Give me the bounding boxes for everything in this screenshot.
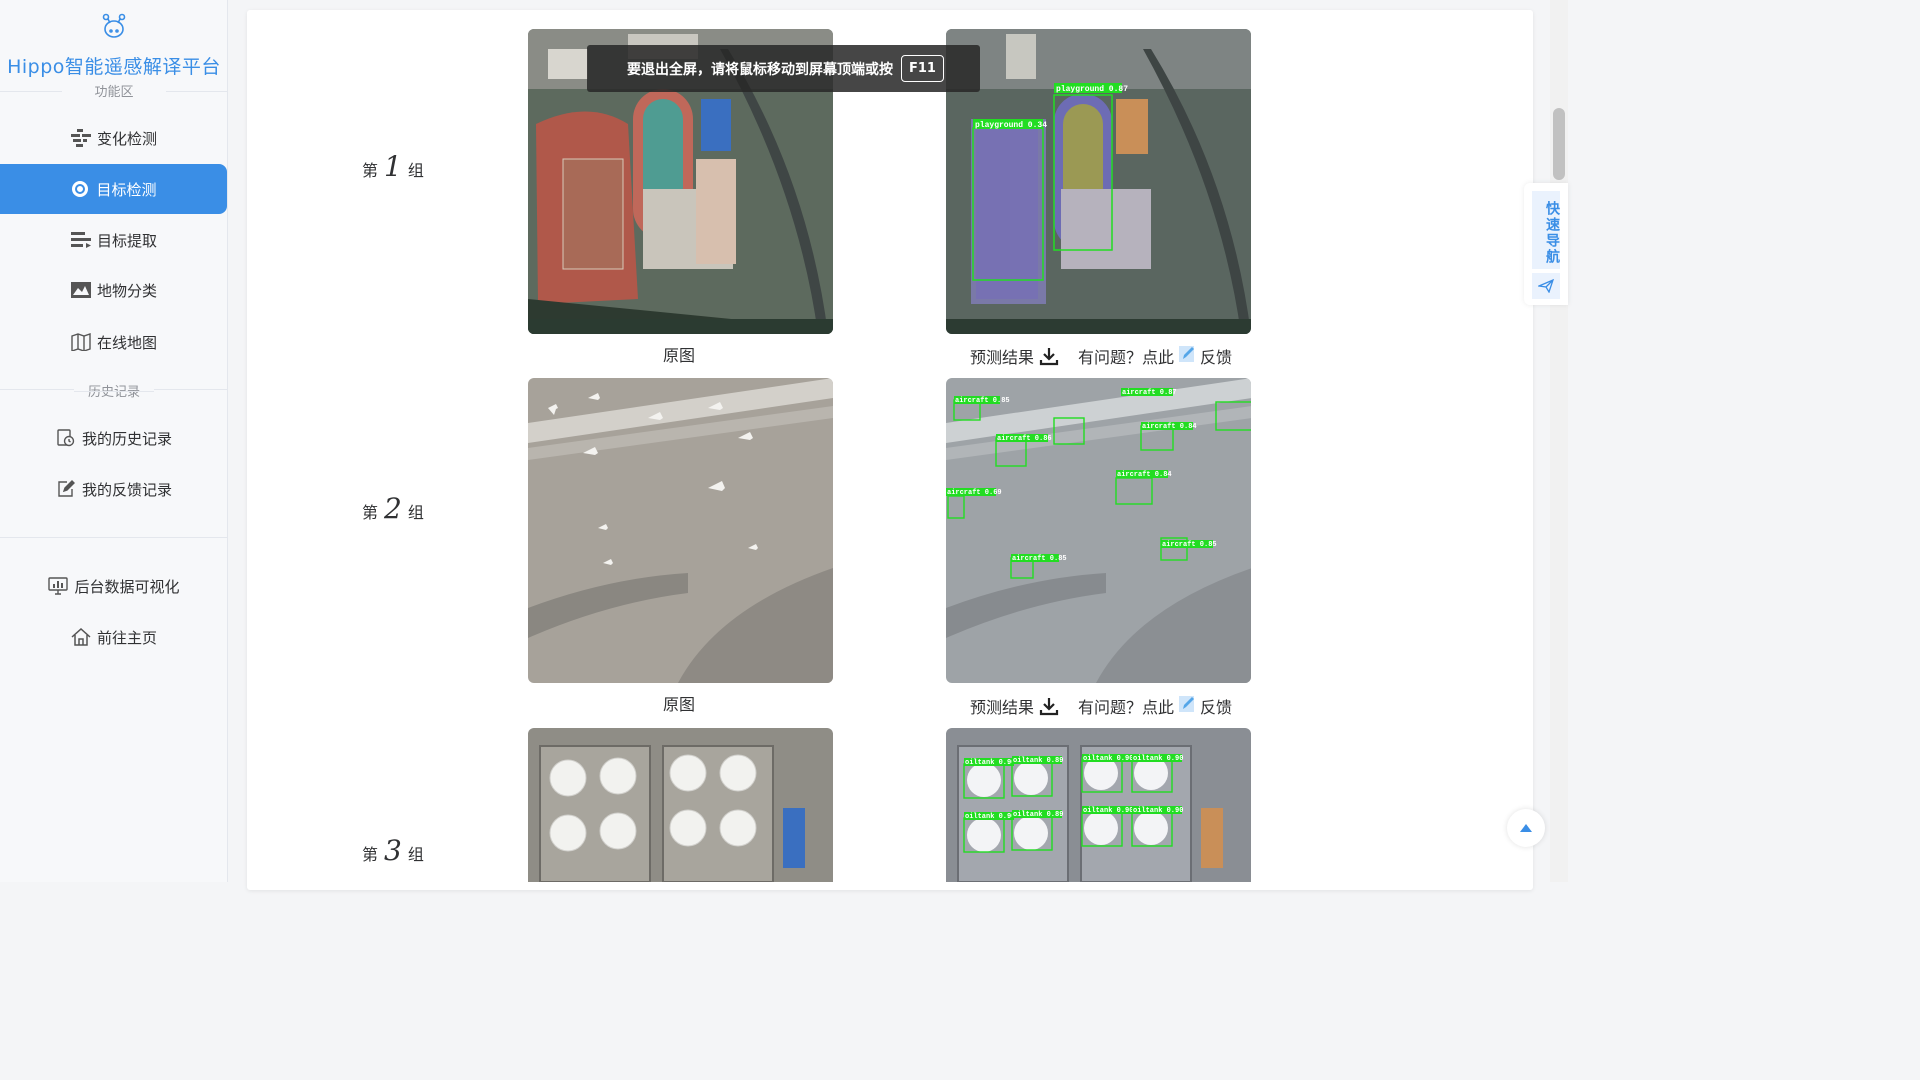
group-1-result-image[interactable]: playground 0.34 playground 0.87 (946, 29, 1251, 334)
menu-label: 在线地图 (96, 333, 157, 352)
result-label: 预测结果 (970, 348, 1035, 367)
target-detect-icon (70, 179, 90, 199)
hippo-logo-icon (102, 13, 126, 38)
feedback-link[interactable]: 反馈 (1200, 694, 1232, 718)
menu-change-detection[interactable]: 变化检测 (0, 114, 228, 162)
download-icon[interactable] (1038, 345, 1060, 367)
svg-text:aircraft 0.69: aircraft 0.69 (947, 489, 1002, 497)
monitor-chart-icon (48, 576, 69, 596)
download-icon[interactable] (1038, 695, 1060, 717)
menu-land-classification[interactable]: 地物分类 (0, 266, 228, 314)
section-function: 功能区 (0, 81, 228, 100)
fullscreen-banner-text: 要退出全屏，请将鼠标移动到屏幕顶端或按 (627, 61, 893, 78)
results-card (247, 10, 1533, 890)
land-classify-icon (70, 280, 91, 300)
quick-nav-panel: 快速导航 (1524, 183, 1568, 305)
menu-label: 地物分类 (96, 281, 157, 300)
menu-label: 后台数据可视化 (74, 577, 180, 596)
back-to-top-button[interactable] (1507, 809, 1545, 847)
menu-label: 前往主页 (96, 628, 157, 647)
svg-text:oiltank 0.89: oiltank 0.89 (1013, 757, 1063, 765)
menu-data-visualization[interactable]: 后台数据可视化 (0, 562, 228, 610)
menu-online-map[interactable]: 在线地图 (0, 318, 228, 366)
result-label: 预测结果 (970, 698, 1035, 717)
menu-target-detection[interactable]: 目标检测 (0, 164, 227, 214)
menu-label: 目标检测 (96, 180, 157, 199)
svg-text:oiltank 0.90: oiltank 0.90 (965, 759, 1015, 767)
svg-text:oiltank 0.90: oiltank 0.90 (965, 813, 1015, 821)
group-1-original-caption: 原图 (663, 346, 696, 365)
menu-target-extraction[interactable]: 目标提取 (0, 216, 228, 264)
brand-title: Hippo智能遥感解译平台 (7, 56, 221, 78)
svg-text:oiltank 0.90: oiltank 0.90 (1133, 755, 1183, 763)
group-1-label: 第1组 (362, 150, 424, 183)
menu-label: 我的反馈记录 (81, 480, 172, 499)
group-2-original-caption: 原图 (663, 695, 696, 714)
group-2-result-image[interactable]: aircraft 0.85 aircraft 0.86 aircraft 0.8… (946, 378, 1251, 683)
send-icon[interactable] (1532, 273, 1560, 299)
menu-my-feedback[interactable]: 我的反馈记录 (0, 465, 228, 513)
fullscreen-exit-banner: 要退出全屏，请将鼠标移动到屏幕顶端或按 F11 (587, 45, 980, 92)
svg-text:aircraft 0.85: aircraft 0.85 (955, 397, 1010, 405)
svg-text:aircraft 0.84: aircraft 0.84 (1142, 423, 1197, 431)
feedback-pencil-icon[interactable] (1178, 345, 1196, 367)
svg-text:oiltank 0.90: oiltank 0.90 (1083, 755, 1133, 763)
feedback-link[interactable]: 反馈 (1200, 344, 1232, 368)
feedback-edit-icon (56, 479, 76, 499)
quick-nav-button[interactable]: 快速导航 (1532, 191, 1560, 269)
group-3-label: 第3组 (362, 834, 424, 867)
group-3-result-image[interactable]: oiltank 0.90 oiltank 0.89 oiltank 0.90 o… (946, 728, 1251, 882)
menu-label: 目标提取 (96, 231, 157, 250)
group-3-original-image[interactable] (528, 728, 833, 882)
svg-text:oiltank 0.89: oiltank 0.89 (1013, 811, 1063, 819)
svg-text:aircraft 0.85: aircraft 0.85 (1162, 541, 1217, 549)
page-scrollbar[interactable] (1550, 0, 1568, 882)
map-icon (71, 332, 91, 352)
menu-my-history[interactable]: 我的历史记录 (0, 414, 228, 462)
feedback-prompt: 有问题？点此 (1078, 698, 1175, 717)
scrollbar-thumb[interactable] (1553, 108, 1565, 180)
svg-text:aircraft 0.86: aircraft 0.86 (997, 435, 1052, 443)
menu-label: 变化检测 (96, 129, 157, 148)
target-extract-icon (70, 230, 91, 250)
group-2-label: 第2组 (362, 492, 424, 525)
svg-text:oiltank 0.90: oiltank 0.90 (1133, 807, 1183, 815)
svg-text:playground 0.87: playground 0.87 (1056, 85, 1128, 94)
svg-text:aircraft 0.85: aircraft 0.85 (1012, 555, 1067, 563)
feedback-pencil-icon[interactable] (1178, 695, 1196, 717)
menu-label: 我的历史记录 (81, 429, 172, 448)
svg-text:oiltank 0.90: oiltank 0.90 (1083, 807, 1133, 815)
svg-text:aircraft 0.84: aircraft 0.84 (1117, 471, 1172, 479)
caret-up-icon (1520, 824, 1532, 832)
change-detect-icon (70, 128, 91, 148)
svg-text:aircraft 0.87: aircraft 0.87 (1122, 389, 1177, 397)
fullscreen-key-badge: F11 (901, 55, 944, 82)
group-2-original-image[interactable] (528, 378, 833, 683)
sidebar: Hippo智能遥感解译平台 功能区 变化检测 目标检测 目标提取 地物分类 在线… (0, 0, 228, 882)
svg-text:playground 0.34: playground 0.34 (975, 121, 1047, 130)
group-1-result-line: 预测结果 有问题？点此 反馈 (970, 344, 1232, 368)
section-history: 历史记录 (74, 381, 154, 400)
home-icon (71, 627, 91, 647)
history-icon (56, 428, 76, 448)
menu-go-home[interactable]: 前往主页 (0, 613, 228, 661)
group-2-result-line: 预测结果 有问题？点此 反馈 (970, 694, 1232, 718)
feedback-prompt: 有问题？点此 (1078, 348, 1175, 367)
